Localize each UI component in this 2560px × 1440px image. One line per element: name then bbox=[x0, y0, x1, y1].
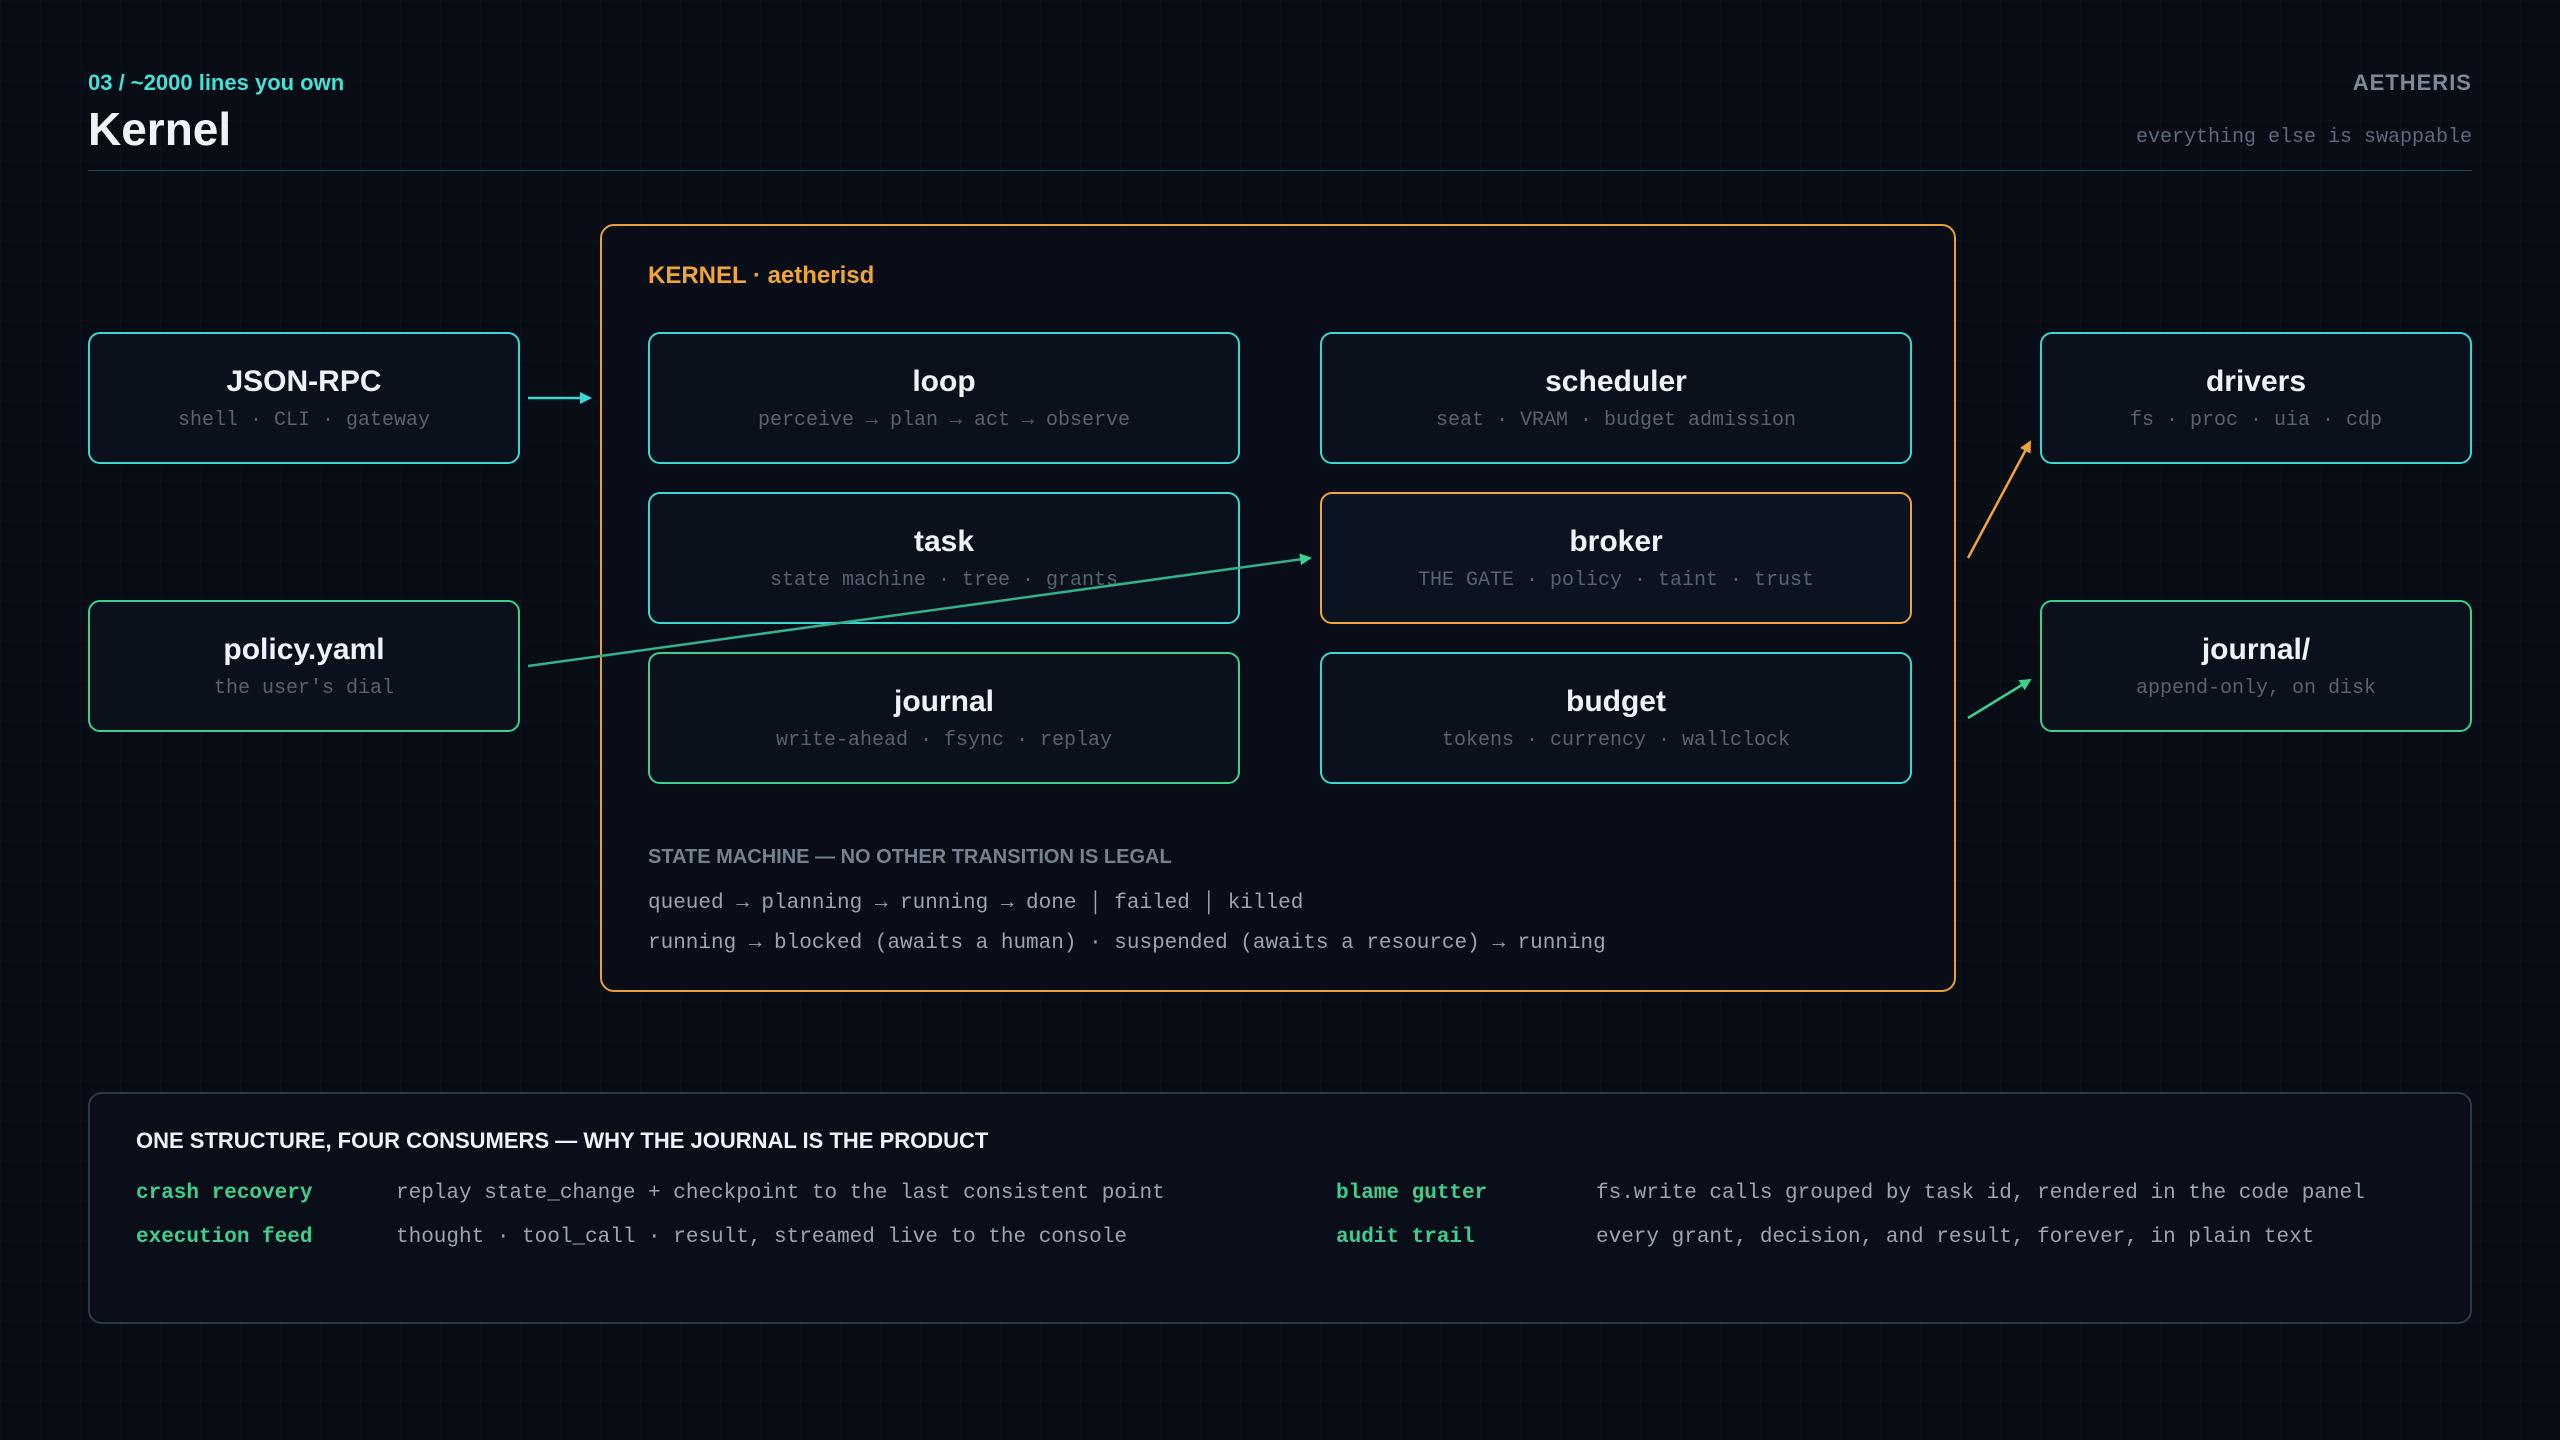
consumer-value: fs.write calls grouped by task id, rende… bbox=[1596, 1182, 2365, 1205]
consumer-value: every grant, decision, and result, forev… bbox=[1596, 1226, 2315, 1249]
scheduler-node: scheduler seat · VRAM · budget admission bbox=[1320, 332, 1912, 464]
state-machine-heading: STATE MACHINE — NO OTHER TRANSITION IS L… bbox=[648, 846, 1172, 868]
drivers-node-name: drivers bbox=[2205, 364, 2307, 398]
task-node-sub: state machine · tree · grants bbox=[769, 568, 1119, 592]
task-node: task state machine · tree · grants bbox=[648, 492, 1240, 624]
consumer-value: replay state_change + checkpoint to the … bbox=[396, 1182, 1165, 1205]
journal-dir-node-sub: append-only, on disk bbox=[2135, 676, 2377, 700]
budget-node-name: budget bbox=[1566, 684, 1666, 718]
state-machine-line-2: running → blocked (awaits a human) · sus… bbox=[648, 932, 1606, 955]
consumer-key: crash recovery bbox=[136, 1182, 313, 1205]
broker-node: broker THE GATE · policy · taint · trust bbox=[1320, 492, 1912, 624]
tagline: everything else is swappable bbox=[2135, 126, 2472, 149]
consumer-key: blame gutter bbox=[1336, 1182, 1488, 1205]
broker-node-sub: THE GATE · policy · taint · trust bbox=[1417, 568, 1815, 592]
journal-dir-node: journal/ append-only, on disk bbox=[2040, 600, 2472, 732]
journal-node-sub: write-ahead · fsync · replay bbox=[775, 728, 1113, 752]
consumers-heading: ONE STRUCTURE, FOUR CONSUMERS — WHY THE … bbox=[136, 1128, 989, 1153]
journal-node: journal write-ahead · fsync · replay bbox=[648, 652, 1240, 784]
consumer-key: execution feed bbox=[136, 1226, 313, 1249]
scheduler-node-sub: seat · VRAM · budget admission bbox=[1435, 408, 1797, 432]
scheduler-node-name: scheduler bbox=[1545, 364, 1687, 398]
loop-node-sub: perceive → plan → act → observe bbox=[757, 408, 1131, 432]
broker-node-name: broker bbox=[1569, 524, 1663, 558]
section-eyebrow: 03 / ~2000 lines you own bbox=[88, 70, 345, 95]
loop-node: loop perceive → plan → act → observe bbox=[648, 332, 1240, 464]
budget-node: budget tokens · currency · wallclock bbox=[1320, 652, 1912, 784]
drivers-node-sub: fs · proc · uia · cdp bbox=[2129, 408, 2383, 432]
policy-node: policy.yaml the user's dial bbox=[88, 600, 520, 732]
consumers-panel bbox=[88, 1092, 2472, 1324]
loop-node-name: loop bbox=[912, 364, 976, 398]
policy-node-sub: the user's dial bbox=[213, 676, 395, 700]
drivers-node: drivers fs · proc · uia · cdp bbox=[2040, 332, 2472, 464]
consumer-key: audit trail bbox=[1336, 1226, 1475, 1249]
jsonrpc-node: JSON-RPC shell · CLI · gateway bbox=[88, 332, 520, 464]
kernel-label: KERNEL · aetherisd bbox=[648, 262, 875, 289]
brand-name: AETHERIS bbox=[2352, 70, 2472, 95]
jsonrpc-node-sub: shell · CLI · gateway bbox=[177, 408, 431, 432]
task-node-name: task bbox=[913, 524, 975, 558]
page-title: Kernel bbox=[88, 103, 232, 155]
journal-node-name: journal bbox=[893, 684, 994, 718]
consumer-value: thought · tool_call · result, streamed l… bbox=[396, 1226, 1127, 1249]
header-divider bbox=[88, 170, 2472, 171]
jsonrpc-node-name: JSON-RPC bbox=[226, 364, 382, 398]
arrow-broker-to-drivers bbox=[1966, 440, 2032, 559]
budget-node-sub: tokens · currency · wallclock bbox=[1441, 728, 1791, 752]
journal-dir-node-name: journal/ bbox=[2201, 632, 2311, 666]
state-machine-line-1: queued → planning → running → done │ fai… bbox=[648, 892, 1304, 915]
arrow-kernel-to-journal-dir bbox=[1967, 678, 2032, 720]
policy-node-name: policy.yaml bbox=[223, 632, 385, 666]
